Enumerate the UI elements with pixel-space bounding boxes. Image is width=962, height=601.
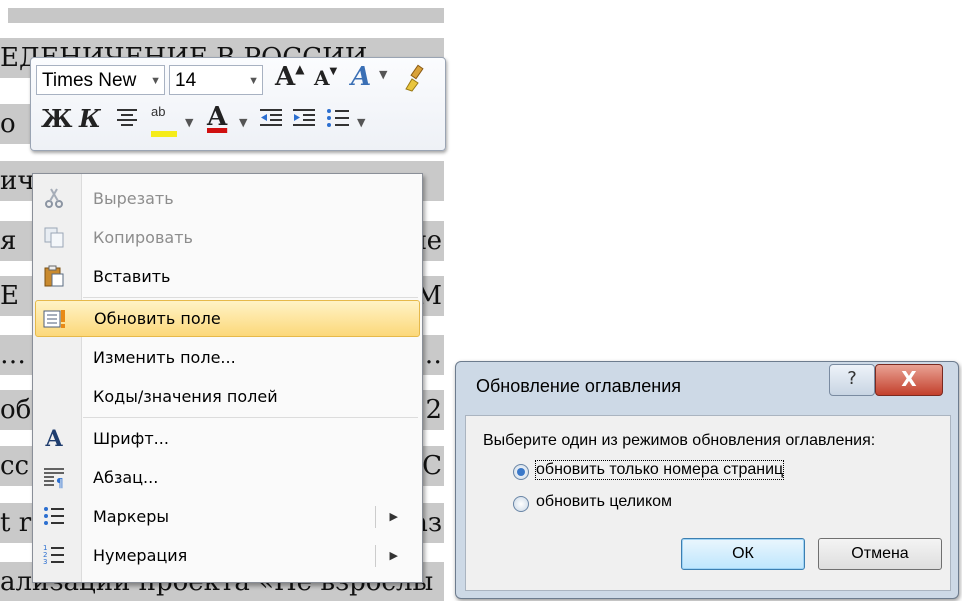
bullets-icon bbox=[41, 504, 67, 530]
menu-item-field-codes[interactable]: Коды/значения полей bbox=[35, 378, 418, 415]
close-button[interactable]: X bbox=[875, 364, 943, 396]
numbering-icon: 123 bbox=[41, 543, 67, 569]
highlight-button[interactable]: ab bbox=[151, 104, 177, 137]
copy-icon bbox=[41, 225, 67, 251]
center-align-icon[interactable] bbox=[115, 106, 139, 134]
menu-separator bbox=[83, 297, 418, 298]
update-toc-dialog: Обновление оглавления ? X Выберите один … bbox=[455, 361, 959, 599]
chevron-right-icon: ▶ bbox=[389, 510, 398, 523]
font-size-box[interactable]: 14 ▼ bbox=[169, 65, 263, 95]
chevron-down-icon[interactable]: ▼ bbox=[379, 68, 387, 81]
document-header-bar bbox=[8, 8, 444, 23]
styles-button[interactable]: A bbox=[351, 62, 371, 92]
bullets-icon[interactable] bbox=[325, 106, 351, 134]
menu-item-update-field[interactable]: Обновить поле bbox=[35, 300, 420, 337]
menu-item-bullets[interactable]: Маркеры ▶ bbox=[35, 498, 418, 535]
paste-icon bbox=[41, 264, 67, 290]
scissors-icon bbox=[41, 186, 67, 212]
help-button[interactable]: ? bbox=[829, 364, 875, 396]
format-painter-icon[interactable] bbox=[400, 63, 430, 97]
increase-indent-icon[interactable] bbox=[291, 106, 317, 134]
submenu-divider bbox=[375, 506, 376, 528]
font-color-button[interactable]: A bbox=[207, 102, 227, 132]
font-name-box[interactable]: Times New ▼ bbox=[36, 65, 165, 95]
italic-button[interactable]: К bbox=[79, 104, 101, 133]
shrink-font-button[interactable]: A▼ bbox=[314, 66, 337, 90]
dialog-message: Выберите один из режимов обновления огла… bbox=[483, 432, 876, 449]
menu-item-edit-field[interactable]: Изменить поле... bbox=[35, 339, 418, 376]
update-field-icon bbox=[42, 307, 68, 333]
menu-item-paste[interactable]: Вставить bbox=[35, 258, 418, 295]
cancel-button[interactable]: Отмена bbox=[818, 538, 942, 570]
menu-item-copy[interactable]: Копировать bbox=[35, 219, 418, 256]
dialog-body: Выберите один из режимов обновления огла… bbox=[465, 415, 951, 591]
context-menu: Вырезать Копировать Вставить Обновить по… bbox=[32, 173, 423, 583]
menu-item-cut[interactable]: Вырезать bbox=[35, 180, 418, 217]
chevron-down-icon[interactable]: ▼ bbox=[239, 116, 247, 129]
svg-text:¶: ¶ bbox=[56, 476, 64, 489]
chevron-down-icon[interactable]: ▼ bbox=[357, 116, 365, 129]
grow-font-button[interactable]: A▲ bbox=[275, 62, 304, 92]
submenu-divider bbox=[375, 545, 376, 567]
dialog-title: Обновление оглавления bbox=[476, 376, 682, 396]
font-icon: A bbox=[45, 426, 63, 452]
ok-button[interactable]: ОК bbox=[681, 538, 805, 570]
chevron-down-icon: ▼ bbox=[150, 75, 161, 87]
menu-item-paragraph[interactable]: ¶ Абзац... bbox=[35, 459, 418, 496]
chevron-right-icon: ▶ bbox=[389, 549, 398, 562]
menu-item-numbering[interactable]: 123 Нумерация ▶ bbox=[35, 537, 418, 574]
paragraph-icon: ¶ bbox=[41, 465, 67, 491]
decrease-indent-icon[interactable] bbox=[258, 106, 284, 134]
svg-text:3: 3 bbox=[43, 558, 47, 566]
bold-button[interactable]: Ж bbox=[41, 104, 73, 133]
menu-item-font[interactable]: A Шрифт... bbox=[35, 420, 418, 457]
radio-entire-table[interactable] bbox=[513, 496, 529, 512]
chevron-down-icon: ▼ bbox=[248, 75, 259, 87]
chevron-down-icon[interactable]: ▼ bbox=[185, 116, 193, 129]
menu-separator bbox=[83, 417, 418, 418]
radio-label-entire-table[interactable]: обновить целиком bbox=[536, 493, 672, 511]
mini-toolbar: Times New ▼ 14 ▼ A▲ A▼ A ▼ Ж К ab ▼ A ▼ ▼ bbox=[30, 57, 446, 151]
radio-label-page-numbers-only[interactable]: обновить только номера страниц bbox=[534, 460, 785, 480]
radio-page-numbers-only[interactable] bbox=[513, 464, 529, 480]
